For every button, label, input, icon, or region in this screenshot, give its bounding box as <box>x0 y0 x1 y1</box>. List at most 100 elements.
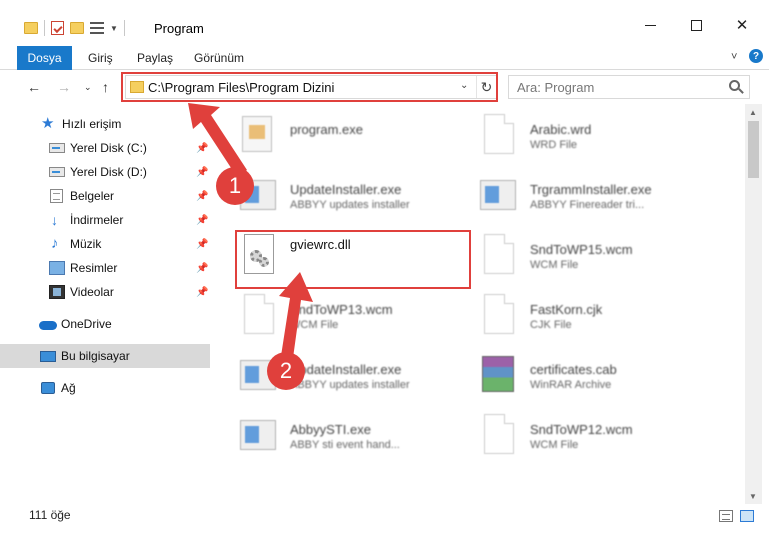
file-name: SndToWP15.wcm <box>530 242 633 257</box>
file-name: AbbyySTI.exe <box>290 422 371 437</box>
sidebar-item-label: Bu bilgisayar <box>61 349 130 363</box>
file-item[interactable]: SndToWP15.wcm WCM File <box>478 228 708 284</box>
view-options-icon[interactable] <box>90 22 104 34</box>
file-type: ABBYY updates installer <box>290 199 410 211</box>
file-item[interactable]: Arabic.wrd WRD File <box>478 108 708 164</box>
expand-ribbon-icon[interactable]: ˅ <box>731 51 737 63</box>
file-name: SndToWP13.wcm <box>290 302 393 317</box>
file-name: UpdateInstaller.exe <box>290 362 402 377</box>
new-folder-icon[interactable] <box>70 22 84 34</box>
sidebar-item-onedrive[interactable]: OneDrive <box>0 312 210 336</box>
quick-access-toolbar: ▼ <box>24 20 125 36</box>
title-bar: ▼ Program ✕ <box>0 0 769 44</box>
scrollbar-thumb[interactable] <box>748 121 759 178</box>
sidebar-item-label: İndirmeler <box>70 213 124 227</box>
pin-icon: 📌 <box>196 238 209 250</box>
pin-icon: 📌 <box>196 142 209 154</box>
this-pc-icon <box>40 350 56 362</box>
sidebar-item-quick-access[interactable]: ★ Hızlı erişim <box>0 112 210 136</box>
large-icons-view-icon[interactable] <box>740 510 754 522</box>
sidebar-item-label: Müzik <box>70 237 102 251</box>
sidebar-item-label: Yerel Disk (D:) <box>70 165 147 179</box>
tab-view[interactable]: Görünüm <box>194 51 244 65</box>
file-item[interactable]: AbbyySTI.exe ABBY sti event hand... <box>238 408 468 464</box>
customize-toolbar-chevron-icon[interactable]: ▼ <box>110 24 118 33</box>
file-type: WinRAR Archive <box>530 379 612 391</box>
sidebar-item-documents[interactable]: Belgeler 📌 <box>0 184 210 208</box>
file-type: WCM File <box>530 259 579 271</box>
address-highlight-box <box>121 72 498 102</box>
status-bar: 111 öğe <box>0 504 769 534</box>
file-type: ABBYY Finereader tri... <box>530 199 645 211</box>
pin-icon: 📌 <box>196 286 209 298</box>
sidebar-item-local-disk-c[interactable]: Yerel Disk (C:) 📌 <box>0 136 210 160</box>
file-name: UpdateInstaller.exe <box>290 182 402 197</box>
up-button[interactable]: ↑ <box>102 79 109 95</box>
folder-icon <box>24 22 38 34</box>
vertical-scrollbar[interactable]: ▲ ▼ <box>745 104 762 504</box>
file-item[interactable]: TrgrammInstaller.exe ABBYY Finereader tr… <box>478 168 708 224</box>
exe-icon <box>238 112 278 158</box>
forward-button[interactable]: → <box>57 79 71 95</box>
sidebar-item-music[interactable]: ♪ Müzik 📌 <box>0 232 210 256</box>
tab-file[interactable]: Dosya <box>17 46 72 70</box>
sidebar-item-label: Resimler <box>70 261 118 275</box>
ribbon-tabs: Dosya Giriş Paylaş Görünüm ˅ ? <box>0 44 769 70</box>
star-icon: ★ <box>41 115 55 132</box>
videos-icon <box>49 285 65 299</box>
file-name: FastKorn.cjk <box>530 302 603 317</box>
sidebar-item-network[interactable]: Ağ <box>0 376 210 400</box>
sidebar-item-videos[interactable]: Videolar 📌 <box>0 280 210 304</box>
search-placeholder[interactable]: Ara: Program <box>517 80 594 95</box>
scroll-up-icon[interactable]: ▲ <box>749 108 757 117</box>
drive-icon <box>49 167 65 177</box>
file-list: program.exe Arabic.wrd WRD File UpdateIn… <box>210 104 745 504</box>
minimize-icon <box>644 24 656 26</box>
sidebar-item-this-pc[interactable]: Bu bilgisayar <box>0 344 210 368</box>
pin-icon: 📌 <box>196 166 209 178</box>
back-button[interactable]: ← <box>27 79 41 95</box>
app-icon <box>238 412 278 458</box>
onedrive-icon <box>39 321 57 330</box>
sidebar-item-label: Belgeler <box>70 189 115 203</box>
file-type: WRD File <box>530 139 578 151</box>
pin-icon: 📌 <box>196 262 209 274</box>
file-name: program.exe <box>290 122 363 137</box>
file-name: Arabic.wrd <box>530 122 592 137</box>
sidebar-item-pictures[interactable]: Resimler 📌 <box>0 256 210 280</box>
file-item[interactable]: UpdateInstaller.exe ABBYY updates instal… <box>238 168 468 224</box>
drive-icon <box>49 143 65 153</box>
sidebar-item-local-disk-d[interactable]: Yerel Disk (D:) 📌 <box>0 160 210 184</box>
properties-icon[interactable] <box>51 21 64 35</box>
sidebar-item-label: Videolar <box>70 285 114 299</box>
document-icon <box>478 412 518 458</box>
window-title: Program <box>154 21 204 36</box>
sidebar-item-label: Ağ <box>61 381 76 395</box>
close-button[interactable]: ✕ <box>719 10 765 40</box>
search-box[interactable]: Ara: Program <box>508 75 750 99</box>
maximize-button[interactable] <box>673 10 719 40</box>
pictures-icon <box>49 261 65 275</box>
tab-share[interactable]: Paylaş <box>137 51 173 65</box>
tab-home[interactable]: Giriş <box>88 51 113 65</box>
scroll-down-icon[interactable]: ▼ <box>749 492 757 501</box>
recent-locations-icon[interactable]: ⌄ <box>84 82 92 93</box>
file-item[interactable]: program.exe <box>238 108 468 164</box>
sidebar-item-label: Hızlı erişim <box>62 117 122 131</box>
sidebar-item-downloads[interactable]: ↓ İndirmeler 📌 <box>0 208 210 232</box>
file-name: TrgrammInstaller.exe <box>530 182 652 197</box>
file-item[interactable]: SndToWP13.wcm WCM File <box>238 288 468 344</box>
sidebar-item-label: Yerel Disk (C:) <box>70 141 147 155</box>
file-type: ABBY sti event hand... <box>290 439 400 451</box>
file-type: ABBYY updates installer <box>290 379 410 391</box>
file-item[interactable]: FastKorn.cjk CJK File <box>478 288 708 344</box>
file-item[interactable]: certificates.cab WinRAR Archive <box>478 348 708 404</box>
minimize-button[interactable] <box>627 10 673 40</box>
file-item[interactable]: SndToWP12.wcm WCM File <box>478 408 708 464</box>
music-icon: ♪ <box>51 235 59 252</box>
help-icon[interactable]: ? <box>749 49 763 63</box>
details-view-icon[interactable] <box>719 510 733 522</box>
step-1-badge: 1 <box>216 167 254 205</box>
search-icon[interactable] <box>729 80 740 91</box>
item-count: 111 öğe <box>29 508 71 522</box>
